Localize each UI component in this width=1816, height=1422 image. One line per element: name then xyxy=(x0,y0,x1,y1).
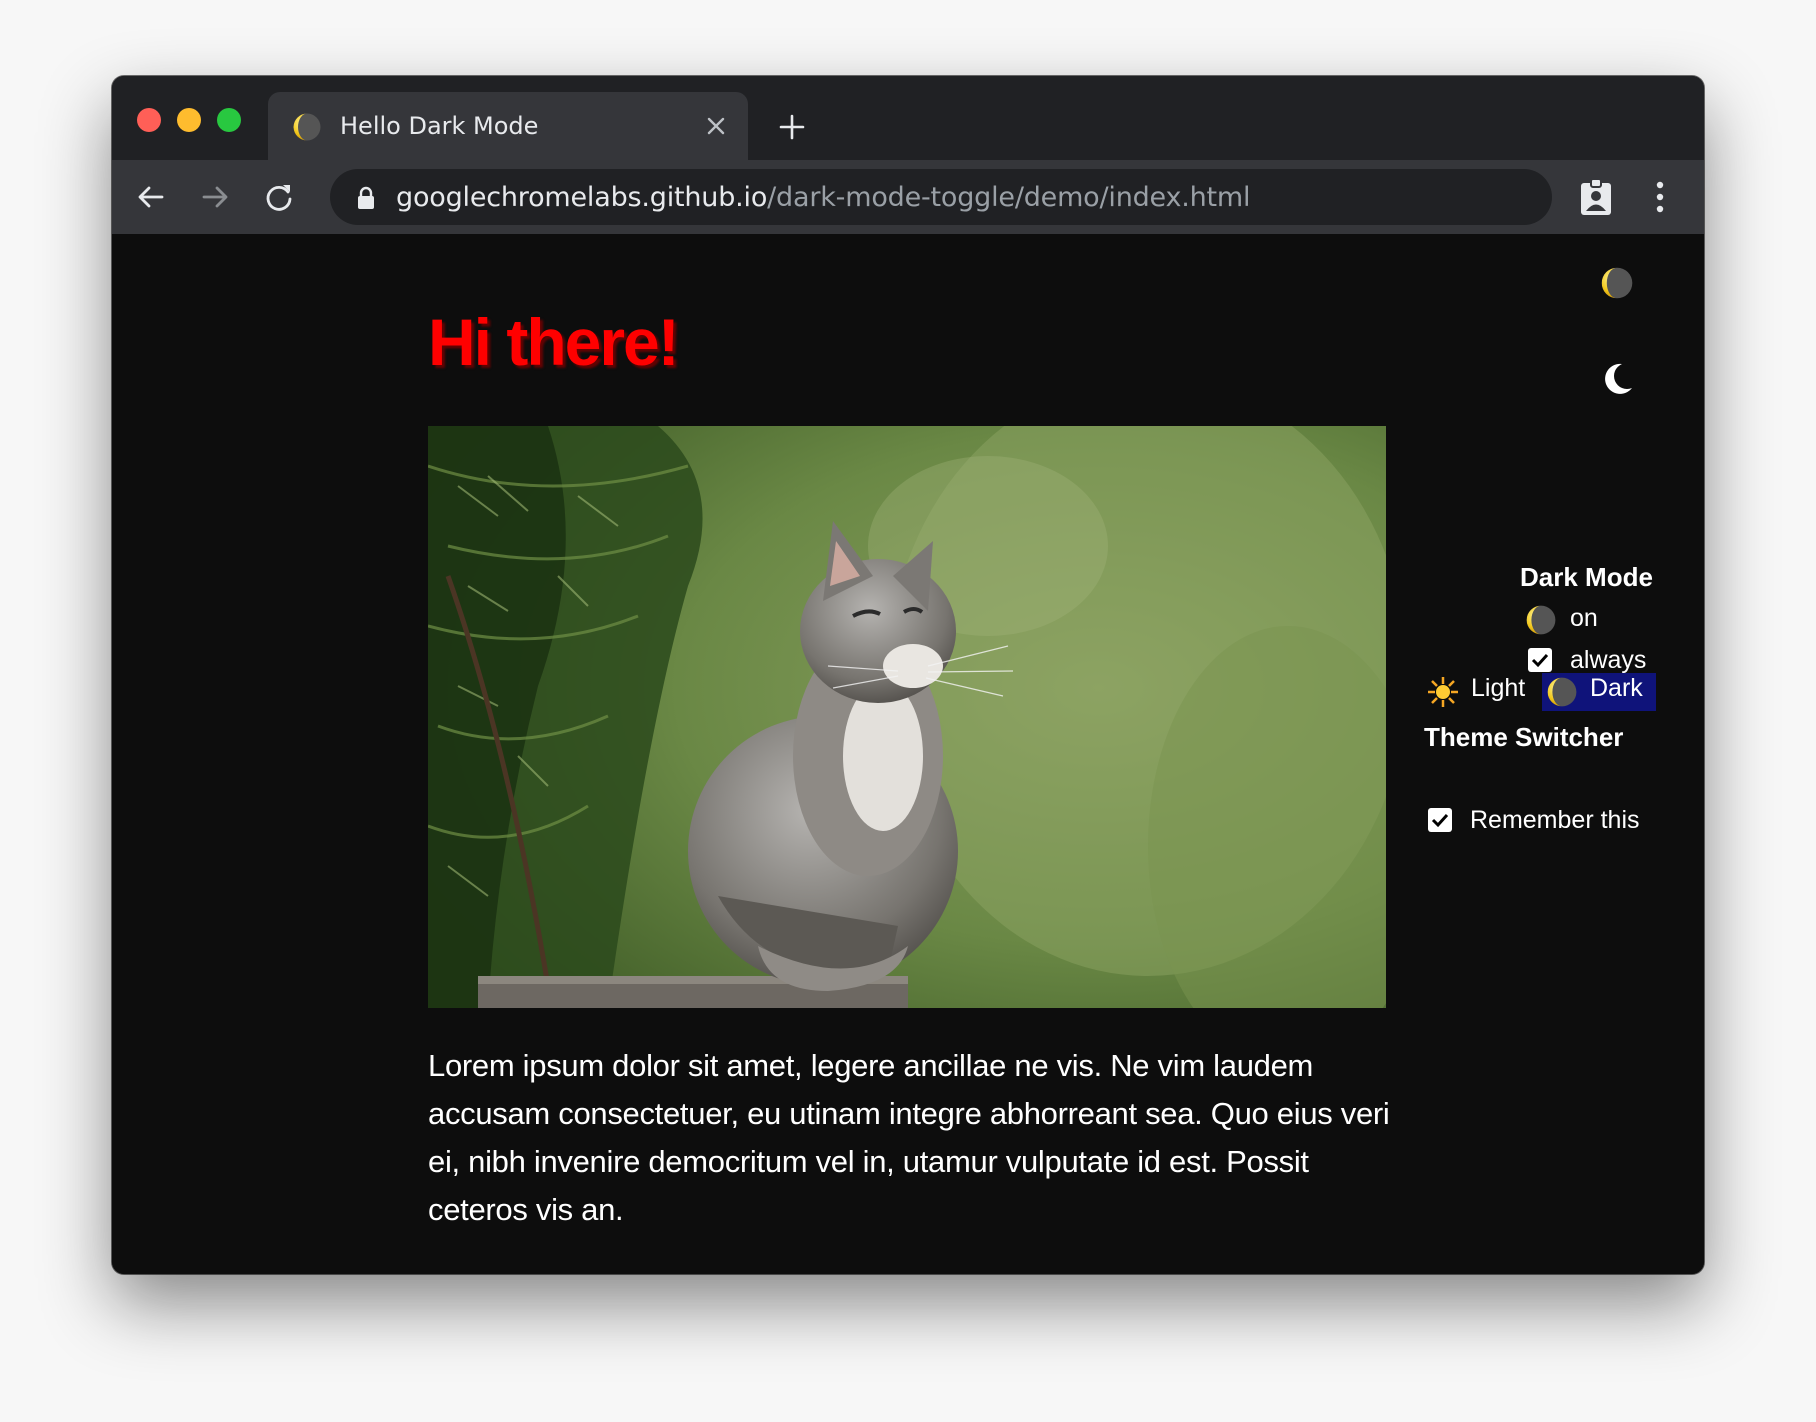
close-icon[interactable] xyxy=(704,114,728,138)
page-heading: Hi there! xyxy=(428,305,680,379)
new-tab-plus-icon[interactable] xyxy=(777,112,807,142)
back-arrow-icon[interactable] xyxy=(134,180,168,214)
address-bar[interactable]: googlechromelabs.github.io/dark-mode-tog… xyxy=(330,169,1552,225)
browser-toolbar: googlechromelabs.github.io/dark-mode-tog… xyxy=(112,160,1704,234)
url-host: googlechromelabs.github.io xyxy=(396,182,768,213)
sun-icon[interactable] xyxy=(1427,676,1459,708)
always-checkbox[interactable] xyxy=(1528,648,1552,672)
profile-icon[interactable] xyxy=(1578,178,1614,216)
crescent-moon-icon xyxy=(292,112,322,142)
theme-dark-label[interactable]: Dark xyxy=(1590,674,1643,703)
checkmark-icon xyxy=(1531,653,1549,668)
always-label: always xyxy=(1570,646,1647,674)
checkmark-icon xyxy=(1431,813,1449,828)
crescent-moon-icon[interactable] xyxy=(1525,604,1557,636)
reload-icon[interactable] xyxy=(262,180,296,214)
minimize-window-button[interactable] xyxy=(177,108,201,132)
crescent-moon-icon xyxy=(1546,676,1578,708)
more-menu-icon[interactable] xyxy=(1652,178,1668,216)
browser-tab[interactable]: Hello Dark Mode xyxy=(268,92,748,160)
url-path: /dark-mode-toggle/demo/index.html xyxy=(767,182,1251,213)
maximize-window-button[interactable] xyxy=(217,108,241,132)
kitten-photo xyxy=(428,426,1386,1008)
theme-switcher-title: Theme Switcher xyxy=(1424,722,1624,752)
remember-label: Remember this xyxy=(1470,806,1640,834)
browser-window: Hello Dark Mode googlechromelabs.github.… xyxy=(112,76,1704,1274)
dark-mode-title: Dark Mode xyxy=(1520,562,1653,592)
forward-arrow-icon[interactable] xyxy=(198,180,232,214)
url-text: googlechromelabs.github.io/dark-mode-tog… xyxy=(396,182,1251,213)
tab-strip: Hello Dark Mode xyxy=(112,76,1704,160)
page-content: Hi there! Lorem ipsum dolor sit amet, le… xyxy=(112,234,1704,1274)
close-window-button[interactable] xyxy=(137,108,161,132)
crescent-moon-outline-icon[interactable] xyxy=(1602,362,1634,396)
lorem-paragraph: Lorem ipsum dolor sit amet, legere ancil… xyxy=(428,1048,1390,1227)
dark-mode-on-label[interactable]: on xyxy=(1570,604,1598,633)
tab-title: Hello Dark Mode xyxy=(340,112,539,140)
remember-checkbox[interactable] xyxy=(1428,808,1452,832)
lock-icon xyxy=(358,186,374,209)
crescent-moon-icon[interactable] xyxy=(1600,266,1634,300)
theme-light-label[interactable]: Light xyxy=(1471,674,1525,703)
